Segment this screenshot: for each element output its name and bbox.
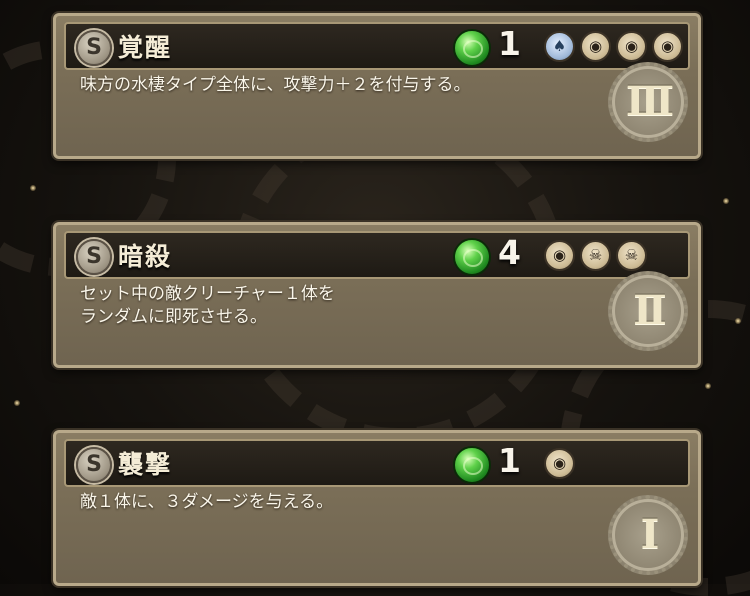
target-icons: ♠ ◉ ◉ ◉: [544, 31, 683, 62]
creature-face-icon: ◉: [616, 31, 647, 62]
target-icons: ◉: [544, 448, 575, 479]
creature-face-icon: ◉: [544, 448, 575, 479]
skill-rank-s-badge: S: [76, 239, 112, 275]
skill-title: 覚醒: [118, 33, 173, 62]
skill-cost: 1: [498, 24, 521, 63]
skill-card[interactable]: S 覚醒 1 ♠ ◉ ◉ ◉ 味方の水棲タイプ全体に、攻撃力＋２を付与する。 I…: [53, 13, 701, 159]
skill-card[interactable]: S 暗殺 4 ◉ ☠ ☠ セット中の敵クリーチャー１体を ランダムに即死させる。…: [53, 222, 701, 368]
skill-level-emblem: I: [608, 495, 688, 575]
creature-face-icon: ◉: [544, 240, 575, 271]
target-icons: ◉ ☠ ☠: [544, 240, 647, 271]
skill-header: S 暗殺 4 ◉ ☠ ☠: [64, 231, 690, 279]
skull-icon: ☠: [616, 240, 647, 271]
skill-cost: 1: [498, 441, 521, 480]
skill-title: 暗殺: [118, 242, 173, 271]
skill-header: S 覚醒 1 ♠ ◉ ◉ ◉: [64, 22, 690, 70]
skill-title: 襲撃: [118, 450, 173, 479]
skull-icon: ☠: [580, 240, 611, 271]
skill-rank-s-badge: S: [76, 447, 112, 483]
sparkle: [705, 383, 711, 389]
green-mana-gem-icon: [453, 446, 491, 484]
sparkle: [735, 318, 741, 324]
creature-face-icon: ◉: [580, 31, 611, 62]
green-mana-gem-icon: [453, 29, 491, 67]
skill-header: S 襲撃 1 ◉: [64, 439, 690, 487]
sparkle: [30, 185, 36, 191]
skill-cost: 4: [498, 233, 521, 272]
spade-icon: ♠: [544, 31, 575, 62]
sparkle: [14, 400, 20, 406]
creature-face-icon: ◉: [652, 31, 683, 62]
skill-level-emblem: III: [608, 62, 688, 142]
skill-description: セット中の敵クリーチャー１体を ランダムに即死させる。: [80, 284, 335, 327]
green-mana-gem-icon: [453, 238, 491, 276]
skill-description: 味方の水棲タイプ全体に、攻撃力＋２を付与する。: [80, 75, 471, 95]
skill-level-emblem: II: [608, 271, 688, 351]
sparkle: [723, 198, 729, 204]
skill-rank-s-badge: S: [76, 30, 112, 66]
skill-description: 敵１体に、３ダメージを与える。: [80, 492, 334, 512]
skill-card[interactable]: S 襲撃 1 ◉ 敵１体に、３ダメージを与える。 I: [53, 430, 701, 586]
